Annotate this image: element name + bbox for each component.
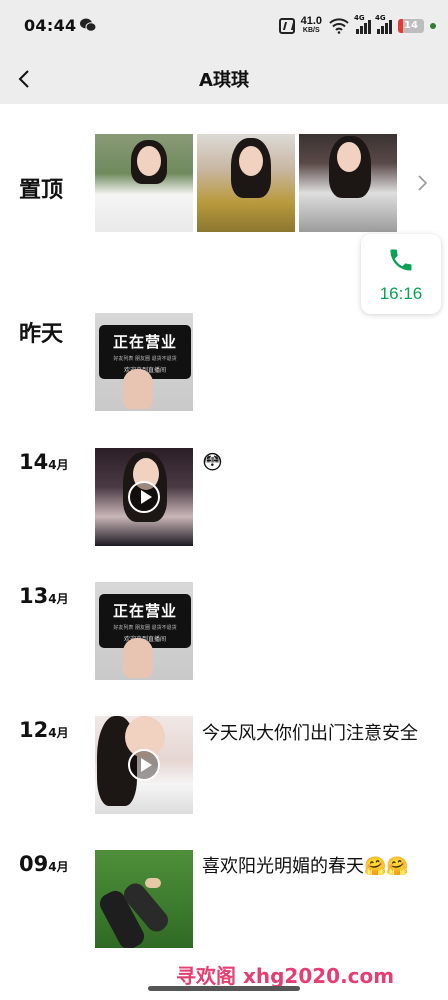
pinned-label: 置顶: [19, 178, 64, 203]
play-icon: [128, 481, 160, 513]
card-headline: 正在营业: [112, 333, 177, 351]
pinned-photo-2[interactable]: [197, 134, 295, 232]
card-headline: 正在营业: [112, 602, 177, 620]
wifi-icon: [329, 18, 349, 34]
page-title: A琪琪: [199, 70, 249, 91]
card-subline: 好友列表 朋友圈 退货不退货: [113, 625, 177, 631]
signal-2-label: 4G: [375, 14, 386, 22]
watermark: 寻欢阁 xhg2020.com: [176, 964, 395, 988]
status-bar: 04:44 41.0 KB/S 4G 4G 14: [0, 0, 448, 52]
date-day: 13: [19, 584, 49, 608]
date-month: 4月: [48, 860, 69, 874]
post-video-thumb[interactable]: [95, 448, 193, 546]
network-speed: 41.0 KB/S: [301, 16, 322, 36]
voice-call-float[interactable]: 16:16: [361, 234, 441, 314]
date-label: 144月: [19, 450, 69, 474]
signal-1-label: 4G: [354, 14, 365, 22]
date-label: 134月: [19, 584, 69, 608]
date-day: 09: [19, 852, 49, 876]
privacy-dot-icon: [430, 23, 436, 29]
card-subline: 好友列表 朋友圈 退货不退货: [113, 356, 177, 362]
nav-bar: A琪琪: [0, 52, 448, 104]
date-month: 4月: [48, 726, 69, 740]
call-duration: 16:16: [379, 284, 423, 303]
post-text: 今天风大你们出门注意安全: [202, 723, 418, 744]
home-indicator[interactable]: [148, 986, 300, 991]
wechat-notification-icon: [80, 18, 96, 32]
post-image-thumb[interactable]: [95, 850, 193, 948]
date-label: 094月: [19, 852, 69, 876]
date-day: 14: [19, 450, 49, 474]
pinned-photo-3[interactable]: [299, 134, 397, 232]
nfc-icon: [278, 18, 295, 34]
network-speed-unit: KB/S: [302, 27, 320, 34]
chevron-right-icon[interactable]: [414, 172, 432, 194]
date-day: 12: [19, 718, 49, 742]
date-label: 124月: [19, 718, 69, 742]
signal-2-icon: 4G: [375, 14, 392, 34]
battery-icon: 14: [398, 19, 424, 33]
signal-1-icon: 4G: [354, 14, 371, 34]
date-month: 4月: [48, 592, 69, 606]
post-image-yesterday[interactable]: 正在营业 好友列表 朋友圈 退货不退货 欢迎来到直播间: [95, 313, 193, 411]
post-image-thumb[interactable]: 正在营业 好友列表 朋友圈 退货不退货 欢迎来到直播间: [95, 582, 193, 680]
post-text: 😳: [202, 450, 223, 474]
play-icon: [128, 749, 160, 781]
status-time: 04:44: [24, 16, 77, 35]
date-month: 4月: [48, 458, 69, 472]
phone-icon: [390, 249, 412, 271]
post-video-thumb[interactable]: [95, 716, 193, 814]
yesterday-label: 昨天: [19, 322, 64, 347]
status-icons: 41.0 KB/S 4G 4G 14: [278, 14, 436, 37]
post-text: 喜欢阳光明媚的春天🤗🤗: [202, 856, 409, 877]
pinned-photo-1[interactable]: [95, 134, 193, 232]
